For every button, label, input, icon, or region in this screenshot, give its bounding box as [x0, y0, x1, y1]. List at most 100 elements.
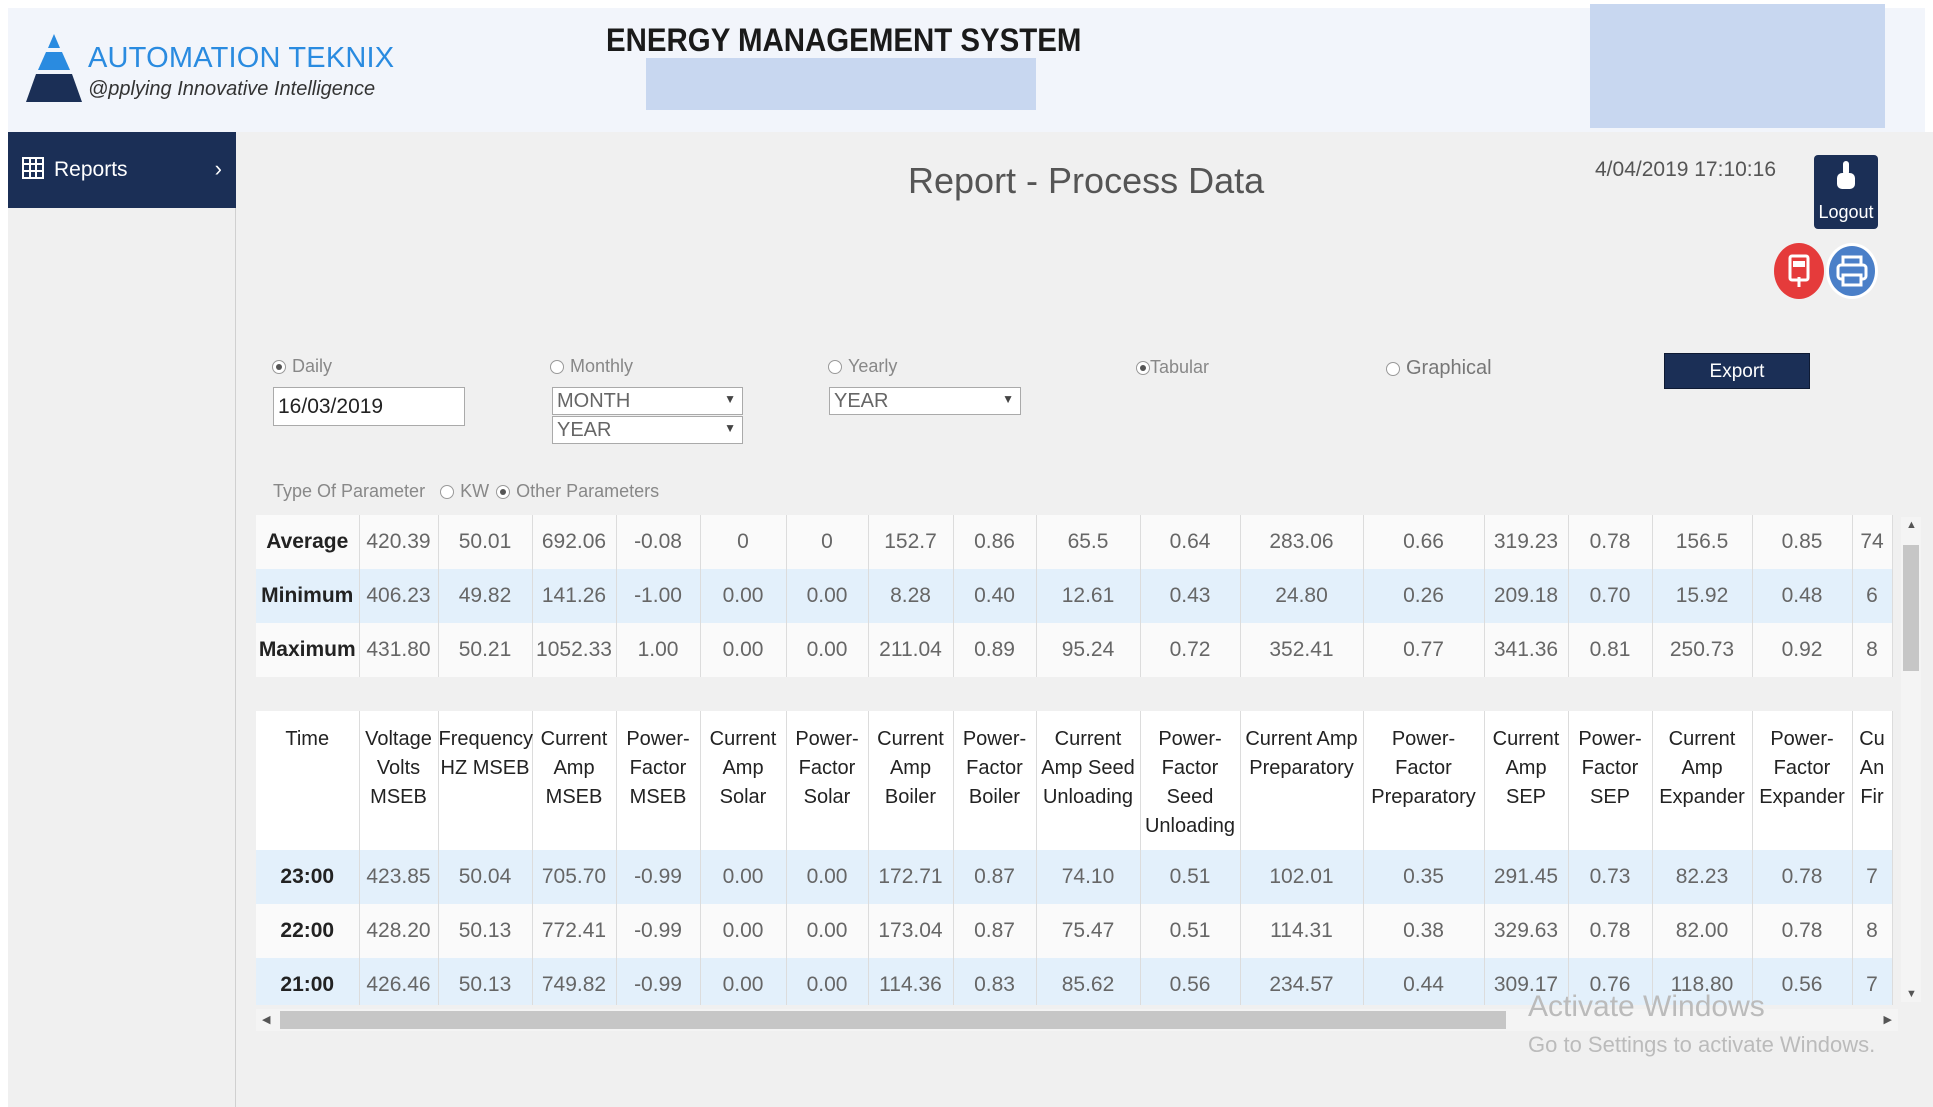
summary-cell: 319.23 [1484, 515, 1569, 569]
summary-cell: 65.5 [1036, 515, 1141, 569]
table-cell: 114.31 [1240, 904, 1364, 958]
parameter-type-label: Type Of Parameter [273, 481, 426, 501]
summary-cell: 156.5 [1652, 515, 1753, 569]
summary-row: Minimum 406.23 49.82 141.26 -1.00 0.00 0.00 8.2… [256, 569, 1893, 623]
table-cell: 75.47 [1036, 904, 1141, 958]
table-cell: 772.41 [532, 904, 617, 958]
year-select-value: YEAR [834, 390, 889, 412]
summary-cell: 141.26 [532, 569, 617, 623]
summary-row-label: Average [256, 515, 360, 569]
summary-cell: 420.39 [359, 515, 439, 569]
column-header[interactable]: Power-Factor Seed Unloading [1140, 711, 1241, 850]
column-header[interactable]: Power-Factor SEP [1568, 711, 1653, 850]
table-cell: 0.00 [700, 958, 787, 1005]
summary-cell: 0.92 [1752, 623, 1853, 677]
summary-cell: 352.41 [1240, 623, 1364, 677]
daily-radio[interactable]: Daily [272, 356, 332, 377]
table-cell: 0.00 [700, 904, 787, 958]
summary-cell: 49.82 [438, 569, 533, 623]
column-header[interactable]: Cu An Fir [1852, 711, 1893, 850]
year-select-monthly[interactable]: YEAR ▼ [552, 416, 743, 444]
pdf-icon [1788, 254, 1810, 287]
table-cell: 426.46 [359, 958, 439, 1005]
yearly-radio[interactable]: Yearly [828, 356, 897, 377]
scroll-down-icon[interactable]: ▼ [1906, 988, 1917, 1000]
graphical-label: Graphical [1406, 357, 1492, 379]
pdf-export-button[interactable] [1774, 243, 1824, 299]
table-cell: 82.23 [1652, 850, 1753, 904]
summary-cell: 0.89 [953, 623, 1037, 677]
summary-cell: 74 [1852, 515, 1893, 569]
column-header[interactable]: Power-Factor Expander [1752, 711, 1853, 850]
column-header[interactable]: Current Amp Boiler [868, 711, 954, 850]
column-header[interactable]: Current Amp Expander [1652, 711, 1753, 850]
vertical-scrollbar[interactable]: ▲ ▼ [1901, 517, 1921, 1002]
tabular-radio[interactable]: Tabular [1136, 357, 1209, 378]
column-header[interactable]: Time [256, 711, 360, 850]
summary-cell: 15.92 [1652, 569, 1753, 623]
vertical-scroll-thumb[interactable] [1903, 545, 1919, 671]
data-table-viewport[interactable]: Average 420.39 50.01 692.06 -0.08 0 0 152.7 0.86… [256, 515, 1901, 1005]
year-select-yearly[interactable]: YEAR ▼ [829, 387, 1021, 415]
table-cell: 114.36 [868, 958, 954, 1005]
table-cell: 74.10 [1036, 850, 1141, 904]
column-header[interactable]: Power-Factor Preparatory [1363, 711, 1485, 850]
sidebar-item-reports[interactable]: Reports › [8, 132, 236, 208]
column-header[interactable]: Current Amp Preparatory [1240, 711, 1364, 850]
summary-cell: 0.78 [1568, 515, 1653, 569]
kw-label: KW [460, 481, 490, 501]
scroll-up-icon[interactable]: ▲ [1906, 519, 1917, 531]
column-header[interactable]: Current Amp SEP [1484, 711, 1569, 850]
page-title: Report - Process Data [908, 160, 1265, 201]
summary-cell: 0.85 [1752, 515, 1853, 569]
logout-button[interactable]: Logout [1814, 155, 1878, 229]
system-title: ENERGY MANAGEMENT SYSTEM [606, 22, 1082, 58]
date-input[interactable] [273, 387, 465, 426]
scroll-right-icon[interactable]: ▶ [1884, 1013, 1892, 1026]
activate-windows-hint: Go to Settings to activate Windows. [1528, 1032, 1876, 1057]
column-header[interactable]: Power-Factor Boiler [953, 711, 1037, 850]
radio-selected-icon [1136, 361, 1150, 375]
summary-cell: 50.21 [438, 623, 533, 677]
table-cell: 0.78 [1752, 850, 1853, 904]
summary-cell: 0 [786, 515, 869, 569]
column-header[interactable]: Power-Factor Solar [786, 711, 869, 850]
table-cell: 329.63 [1484, 904, 1569, 958]
column-header[interactable]: Voltage Volts MSEB [359, 711, 439, 850]
summary-cell: 6 [1852, 569, 1893, 623]
table-cell: 50.13 [438, 904, 533, 958]
print-button[interactable] [1826, 243, 1878, 299]
summary-cell: 0.70 [1568, 569, 1653, 623]
table-row[interactable]: 23:00 423.85 50.04 705.70 -0.99 0.00 0.00 172.7… [256, 850, 1893, 904]
parameter-type-group: Type Of Parameter KW Other Parameters [273, 481, 659, 502]
monthly-label: Monthly [570, 356, 634, 376]
table-cell: 428.20 [359, 904, 439, 958]
column-header[interactable]: Power-Factor MSEB [616, 711, 701, 850]
export-button[interactable]: Export [1664, 353, 1810, 389]
column-header[interactable]: Current Amp Solar [700, 711, 787, 850]
scroll-left-icon[interactable]: ◀ [262, 1013, 270, 1026]
other-parameters-radio[interactable] [496, 485, 511, 499]
kw-radio[interactable] [440, 485, 455, 499]
monthly-radio[interactable]: Monthly [550, 356, 633, 377]
table-cell: 0.51 [1140, 850, 1241, 904]
radio-icon [1386, 362, 1400, 376]
table-cell: 291.45 [1484, 850, 1569, 904]
dropdown-arrow-icon: ▼ [724, 421, 736, 435]
summary-cell: -0.08 [616, 515, 701, 569]
table-cell: 0.78 [1752, 904, 1853, 958]
summary-cell: 406.23 [359, 569, 439, 623]
table-cell: 0.56 [1752, 958, 1853, 1005]
column-header[interactable]: Frequency HZ MSEB [438, 711, 533, 850]
table-cell: 82.00 [1652, 904, 1753, 958]
table-row[interactable]: 22:00 428.20 50.13 772.41 -0.99 0.00 0.00 173.0… [256, 904, 1893, 958]
month-select[interactable]: MONTH ▼ [552, 387, 743, 415]
summary-cell: 0.48 [1752, 569, 1853, 623]
column-header[interactable]: Current Amp Seed Unloading [1036, 711, 1141, 850]
time-cell: 21:00 [256, 958, 360, 1005]
horizontal-scroll-thumb[interactable] [280, 1011, 1506, 1029]
column-header[interactable]: Current Amp MSEB [532, 711, 617, 850]
graphical-radio[interactable]: Graphical [1386, 357, 1492, 380]
summary-cell: 0.64 [1140, 515, 1241, 569]
table-cell: 102.01 [1240, 850, 1364, 904]
